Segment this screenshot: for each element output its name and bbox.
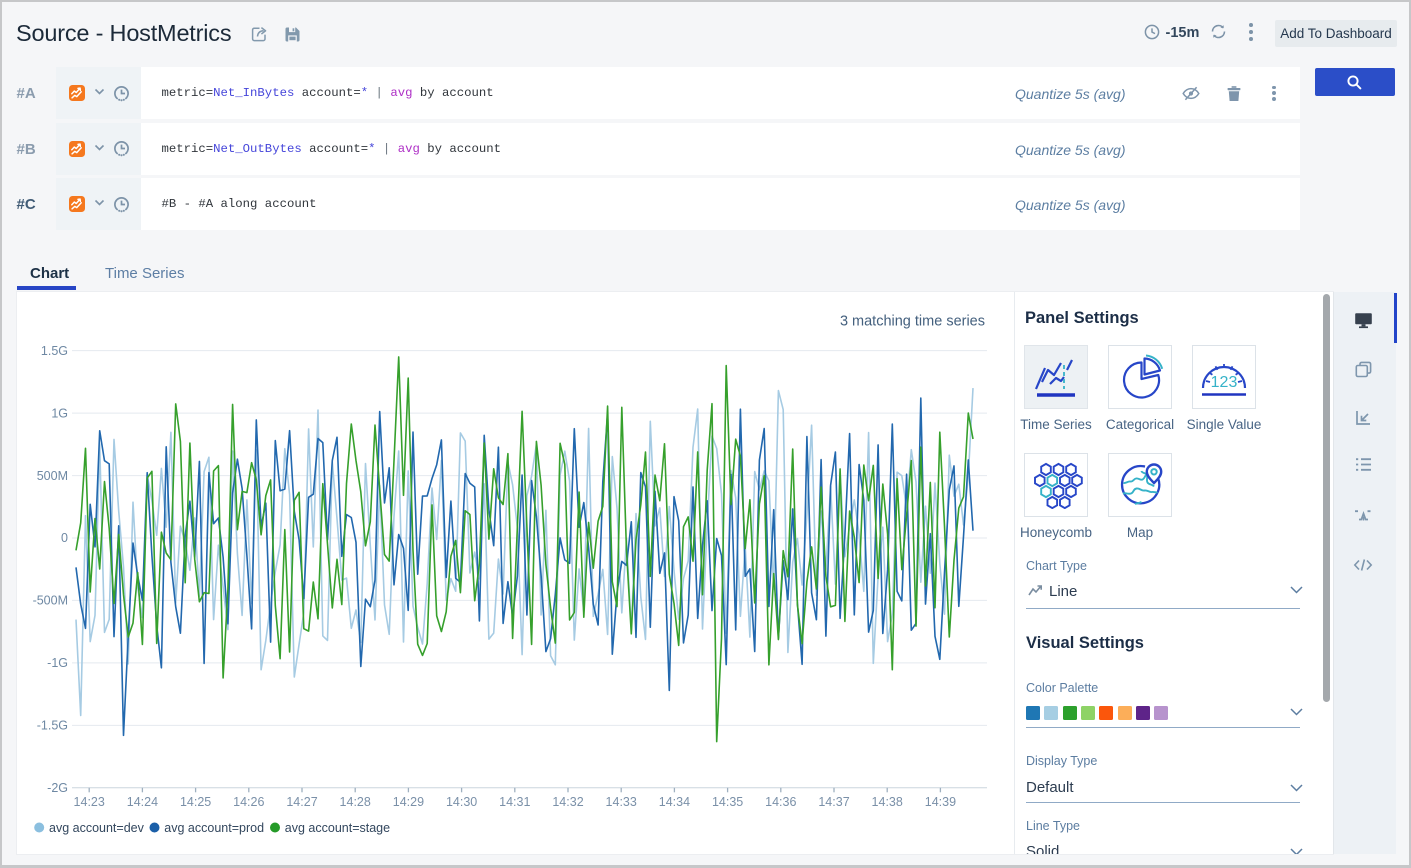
svg-text:-1G: -1G <box>47 656 68 670</box>
svg-text:3 matching time series: 3 matching time series <box>840 314 985 330</box>
svg-text:14:23: 14:23 <box>74 795 105 809</box>
svg-text:1.5G: 1.5G <box>41 344 68 358</box>
svg-text:14:38: 14:38 <box>872 795 903 809</box>
svg-text:14:36: 14:36 <box>765 795 796 809</box>
svg-text:1G: 1G <box>51 406 68 420</box>
svg-text:123: 123 <box>1211 374 1238 391</box>
svg-text:14:28: 14:28 <box>340 795 371 809</box>
svg-text:500M: 500M <box>37 469 68 483</box>
svg-text:14:29: 14:29 <box>393 795 424 809</box>
svg-text:14:31: 14:31 <box>499 795 530 809</box>
svg-text:0: 0 <box>61 531 68 545</box>
svg-text:14:26: 14:26 <box>233 795 264 809</box>
svg-text:avg account=dev: avg account=dev <box>49 821 145 835</box>
svg-text:avg account=prod: avg account=prod <box>164 821 264 835</box>
svg-text:14:35: 14:35 <box>712 795 743 809</box>
svg-text:-500M: -500M <box>33 594 68 608</box>
svg-text:14:32: 14:32 <box>552 795 583 809</box>
svg-text:avg account=stage: avg account=stage <box>285 821 390 835</box>
svg-text:14:33: 14:33 <box>606 795 637 809</box>
svg-text:14:25: 14:25 <box>180 795 211 809</box>
svg-text:14:37: 14:37 <box>818 795 849 809</box>
svg-text:14:34: 14:34 <box>659 795 690 809</box>
svg-text:14:39: 14:39 <box>925 795 956 809</box>
svg-text:-2G: -2G <box>47 781 68 795</box>
svg-text:-1.5G: -1.5G <box>37 719 68 733</box>
svg-text:14:27: 14:27 <box>286 795 317 809</box>
svg-text:14:30: 14:30 <box>446 795 477 809</box>
svg-text:14:24: 14:24 <box>127 795 158 809</box>
